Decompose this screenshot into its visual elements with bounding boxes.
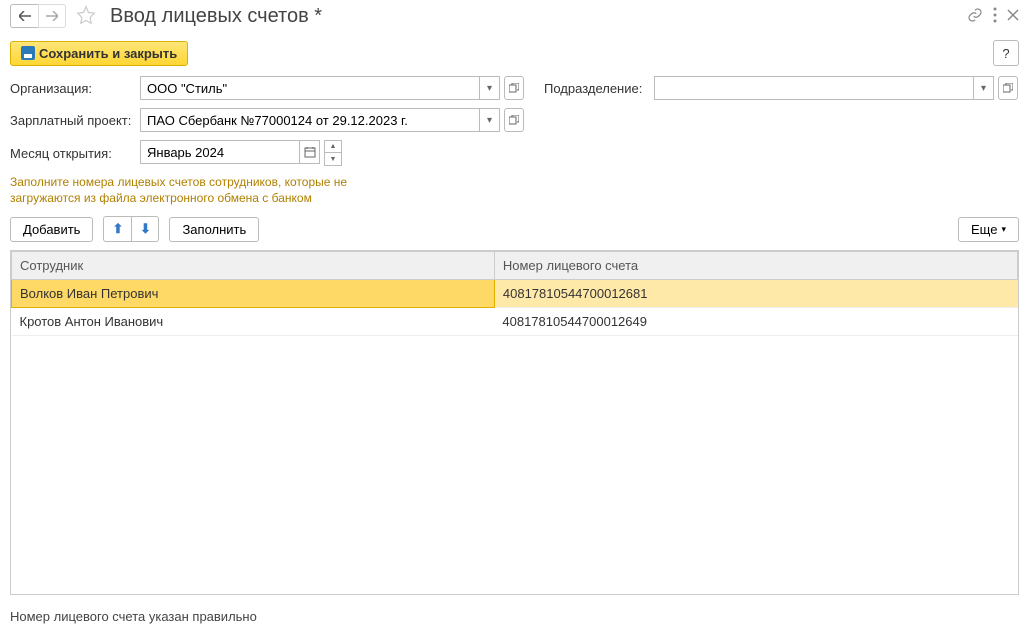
column-header-employee[interactable]: Сотрудник [12,252,495,280]
move-up-button[interactable]: ⬆ [103,216,131,242]
close-icon[interactable] [1007,9,1019,24]
table-row[interactable]: Волков Иван Петрович40817810544700012681 [12,280,1018,308]
open-month-up-button[interactable]: ▲ [325,141,341,153]
move-down-button[interactable]: ⬇ [131,216,159,242]
department-open-button[interactable] [998,76,1018,100]
add-button[interactable]: Добавить [10,217,93,242]
nav-back-button[interactable] [10,4,38,28]
open-month-input[interactable] [140,140,300,164]
hint-text: Заполните номера лицевых счетов сотрудни… [10,174,1019,206]
organization-open-button[interactable] [504,76,524,100]
open-month-calendar-button[interactable] [300,140,320,164]
chevron-down-icon: ▾ [1001,224,1006,235]
more-label: Еще [971,222,997,237]
salary-project-label: Зарплатный проект: [10,113,140,128]
open-month-down-button[interactable]: ▼ [325,153,341,165]
cell-employee[interactable]: Волков Иван Петрович [12,280,495,308]
arrow-up-icon: ⬆ [113,221,124,237]
more-button[interactable]: Еще ▾ [958,217,1019,242]
column-header-account[interactable]: Номер лицевого счета [494,252,1017,280]
cell-account[interactable]: 40817810544700012681 [494,280,1017,308]
organization-dropdown-button[interactable]: ▾ [480,76,500,100]
help-button[interactable]: ? [993,40,1019,66]
department-input[interactable] [654,76,974,100]
kebab-menu-icon[interactable] [993,7,997,26]
table-row[interactable]: Кротов Антон Иванович4081781054470001264… [12,308,1018,336]
organization-label: Организация: [10,81,140,96]
save-and-close-label: Сохранить и закрыть [39,46,177,61]
cell-account[interactable]: 40817810544700012649 [494,308,1017,336]
save-disk-icon [21,46,35,60]
organization-input[interactable] [140,76,480,100]
arrow-down-icon: ⬇ [140,221,151,237]
salary-project-input[interactable] [140,108,480,132]
salary-project-open-button[interactable] [504,108,524,132]
link-icon[interactable] [967,7,983,26]
department-dropdown-button[interactable]: ▾ [974,76,994,100]
favorite-star-icon[interactable] [76,5,96,28]
save-and-close-button[interactable]: Сохранить и закрыть [10,41,188,66]
page-title: Ввод лицевых счетов * [110,5,961,28]
status-text: Номер лицевого счета указан правильно [0,599,1029,634]
employees-table[interactable]: Сотрудник Номер лицевого счета Волков Ив… [10,250,1019,595]
salary-project-dropdown-button[interactable]: ▾ [480,108,500,132]
fill-button[interactable]: Заполнить [169,217,259,242]
cell-employee[interactable]: Кротов Антон Иванович [12,308,495,336]
nav-forward-button[interactable] [38,4,66,28]
department-label: Подразделение: [544,81,654,96]
open-month-label: Месяц открытия: [10,146,140,161]
